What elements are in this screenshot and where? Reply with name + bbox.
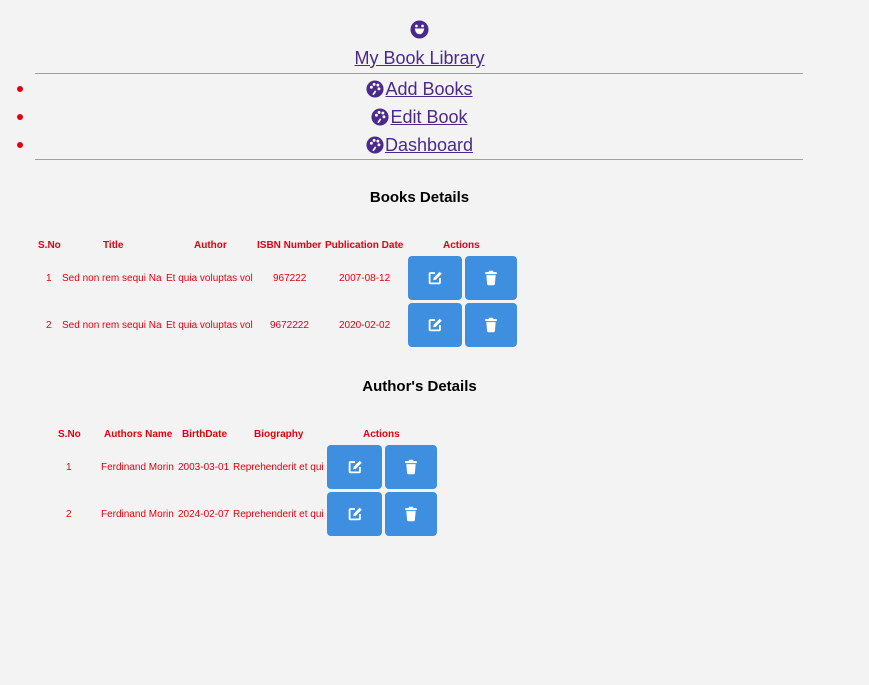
book-cell-date: 2007-08-12 (339, 273, 391, 284)
delete-author-button[interactable] (385, 492, 437, 536)
add-books-link[interactable]: Add Books (385, 79, 472, 99)
book-cell-sno: 2 (46, 320, 52, 331)
book-cell-title: Sed non rem sequi Na (62, 273, 162, 284)
authors-col-name: Authors Name (104, 429, 173, 440)
divider (35, 73, 803, 74)
book-cell-date: 2020-02-02 (339, 320, 391, 331)
books-section-title: Books Details (369, 189, 470, 206)
edit-book-button[interactable] (408, 303, 462, 347)
authors-col-biography: Biography (254, 429, 304, 440)
edit-book-button[interactable] (408, 256, 462, 300)
edit-icon (428, 318, 442, 332)
trash-icon (405, 459, 417, 475)
author-cell-name: Ferdinand Morin (101, 509, 174, 520)
authors-section-title: Author's Details (362, 378, 477, 395)
dashboard-link[interactable]: Dashboard (385, 135, 473, 155)
edit-icon (348, 460, 362, 474)
trash-icon (405, 506, 417, 522)
authors-col-birthdate: BirthDate (182, 429, 228, 440)
books-col-actions: Actions (443, 240, 480, 251)
nav-item-edit-book: Edit Book (0, 105, 839, 129)
nav-item-dashboard: Dashboard (0, 133, 839, 157)
author-cell-birthdate: 2024-02-07 (178, 509, 230, 520)
edit-icon (428, 271, 442, 285)
trash-icon (485, 270, 497, 286)
books-col-publication-date: Publication Date (325, 240, 404, 251)
delete-book-button[interactable] (465, 256, 517, 300)
edit-icon (348, 507, 362, 521)
nav-item-add-books: Add Books (0, 77, 839, 101)
author-cell-sno: 2 (66, 509, 72, 520)
edit-author-button[interactable] (327, 445, 382, 489)
trash-icon (485, 317, 497, 333)
author-cell-sno: 1 (66, 462, 72, 473)
book-cell-isbn: 9672222 (270, 320, 309, 331)
author-cell-biography: Reprehenderit et qui (233, 462, 324, 473)
book-cell-isbn: 967222 (273, 273, 307, 284)
edit-book-link[interactable]: Edit Book (390, 107, 467, 127)
book-cell-title: Sed non rem sequi Na (62, 320, 162, 331)
delete-author-button[interactable] (385, 445, 437, 489)
author-cell-name: Ferdinand Morin (101, 462, 174, 473)
books-col-author: Author (194, 240, 227, 251)
palette-icon (366, 80, 385, 98)
smiley-face-icon (410, 20, 429, 39)
palette-icon (371, 108, 390, 126)
author-cell-biography: Reprehenderit et qui (233, 509, 324, 520)
author-cell-birthdate: 2003-03-01 (178, 462, 230, 473)
book-cell-sno: 1 (46, 273, 52, 284)
edit-author-button[interactable] (327, 492, 382, 536)
book-cell-author: Et quia voluptas vol (166, 273, 253, 284)
authors-col-sno: S.No (58, 429, 81, 440)
delete-book-button[interactable] (465, 303, 517, 347)
authors-col-actions: Actions (363, 429, 400, 440)
books-col-sno: S.No (38, 240, 61, 251)
palette-icon (366, 136, 384, 154)
book-cell-author: Et quia voluptas vol (166, 320, 253, 331)
brand-link[interactable]: My Book Library (0, 48, 839, 69)
books-col-title: Title (103, 240, 124, 251)
divider (35, 159, 803, 160)
books-col-isbn: ISBN Number (257, 240, 322, 251)
